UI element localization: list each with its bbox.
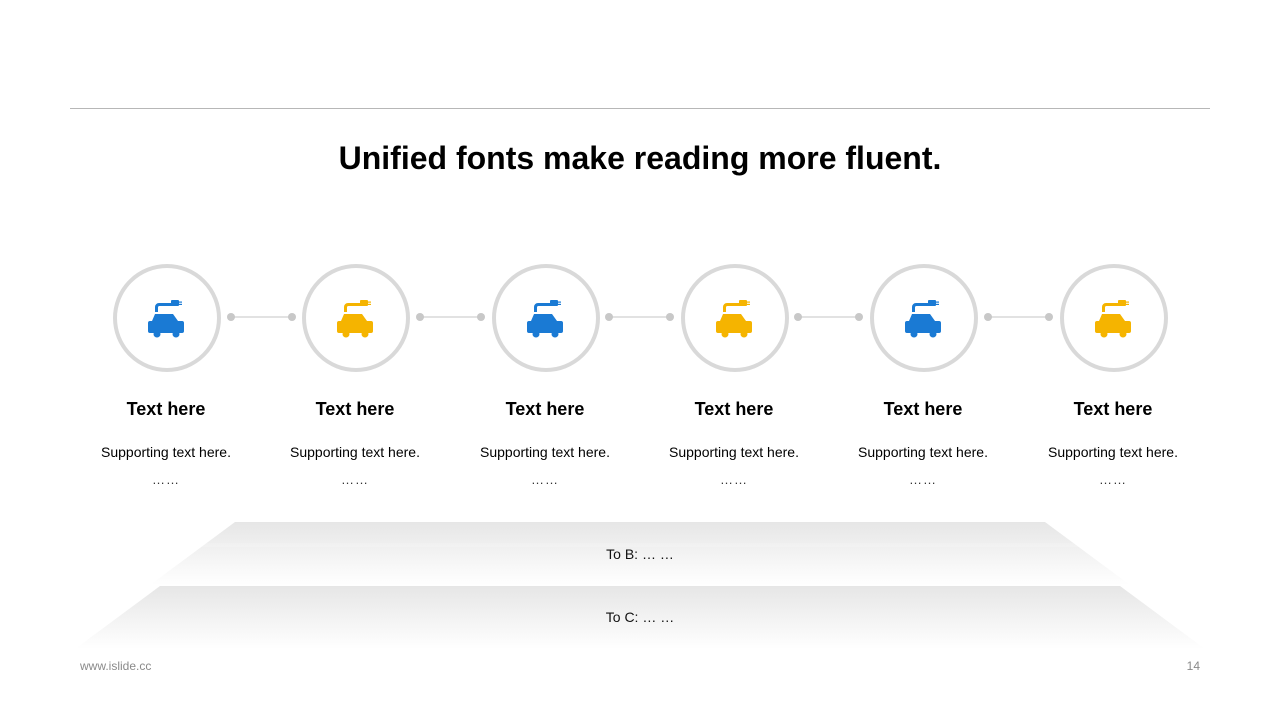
step-ellipsis: ……: [152, 472, 180, 487]
band-b-label: To B: … …: [606, 546, 674, 562]
car-charging-icon: [904, 298, 944, 338]
step-title: Text here: [126, 399, 206, 419]
step-circle: [302, 264, 410, 372]
connector-dot: [288, 313, 296, 321]
car-charging-icon: [336, 298, 376, 338]
bands-graphic: [75, 522, 1205, 649]
connector-dot: [416, 313, 424, 321]
step-subtitle: Supporting text here.: [1048, 444, 1178, 460]
step-ellipsis: ……: [1099, 472, 1127, 487]
page-title: Unified fonts make reading more fluent.: [338, 140, 942, 176]
connector-line: [609, 316, 670, 318]
connector-line: [231, 316, 292, 318]
step-subtitle: Supporting text here.: [858, 444, 988, 460]
connector-line: [988, 316, 1049, 318]
step-ellipsis: ……: [531, 472, 559, 487]
car-charging-icon: [147, 298, 187, 338]
connector-line: [420, 316, 481, 318]
step-circle: [870, 264, 978, 372]
band-c-label: To C: … …: [605, 609, 675, 625]
footer-website: www.islide.cc: [80, 659, 152, 673]
step-circle: [492, 264, 600, 372]
page-number: 14: [1186, 659, 1200, 673]
step-ellipsis: ……: [909, 472, 937, 487]
step-title: Text here: [315, 399, 395, 419]
connector-dot: [666, 313, 674, 321]
step-title: Text here: [694, 399, 774, 419]
slide: Unified fonts make reading more fluent. …: [0, 0, 1280, 720]
connector-dot: [477, 313, 485, 321]
step-ellipsis: ……: [341, 472, 369, 487]
step-ellipsis: ……: [720, 472, 748, 487]
connector-dot: [1045, 313, 1053, 321]
step-subtitle: Supporting text here.: [101, 444, 231, 460]
car-charging-icon: [1094, 298, 1134, 338]
step-subtitle: Supporting text here.: [290, 444, 420, 460]
car-charging-icon: [715, 298, 755, 338]
connector-dot: [855, 313, 863, 321]
step-title: Text here: [883, 399, 963, 419]
connector-dot: [794, 313, 802, 321]
step-title: Text here: [1073, 399, 1153, 419]
step-circle: [113, 264, 221, 372]
step-subtitle: Supporting text here.: [480, 444, 610, 460]
step-subtitle: Supporting text here.: [669, 444, 799, 460]
top-divider: [70, 108, 1210, 109]
connector-dot: [984, 313, 992, 321]
connector-dot: [227, 313, 235, 321]
step-title: Text here: [505, 399, 585, 419]
car-charging-icon: [526, 298, 566, 338]
step-circle: [681, 264, 789, 372]
connector-line: [798, 316, 859, 318]
step-circle: [1060, 264, 1168, 372]
connector-dot: [605, 313, 613, 321]
